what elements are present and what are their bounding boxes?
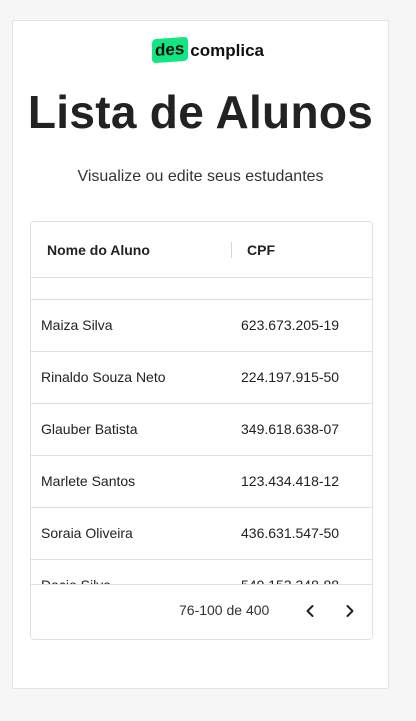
student-cpf-cell: 123.434.418-12 bbox=[241, 473, 340, 489]
chevron-right-icon bbox=[346, 605, 354, 617]
logo-wordmark: complica bbox=[190, 40, 264, 60]
table-pagination: 76-100 de 400 bbox=[31, 584, 372, 639]
student-cpf-cell: 314.604.246-03 bbox=[241, 279, 339, 281]
table-row[interactable]: Isnaldo Melo Neto 314.604.246-03 bbox=[31, 279, 372, 300]
column-header-cpf[interactable]: CPF bbox=[247, 242, 275, 258]
student-name-cell: Maiza Silva bbox=[41, 317, 113, 333]
table-row[interactable]: Rinaldo Souza Neto 224.197.915-50 bbox=[31, 352, 372, 404]
student-cpf-cell: 623.673.205-19 bbox=[241, 317, 340, 333]
page-subtitle: Visualize ou edite seus estudantes bbox=[77, 168, 324, 185]
column-header-name[interactable]: Nome do Aluno bbox=[47, 242, 150, 258]
next-page-button[interactable] bbox=[336, 597, 364, 625]
student-cpf-cell: 224.197.915-50 bbox=[241, 369, 340, 385]
students-card: des complica Lista de Alunos Visualize o… bbox=[12, 20, 389, 689]
table-row[interactable]: Soraia Oliveira 436.631.547-50 bbox=[31, 508, 372, 560]
table-rows: Isnaldo Melo Neto 314.604.246-03 Maiza Sil… bbox=[31, 279, 372, 586]
students-table: Nome do Aluno CPF Isnaldo Melo Neto 314.6… bbox=[30, 221, 373, 640]
student-name-cell: Rinaldo Souza Neto bbox=[41, 369, 166, 385]
table-row[interactable]: Maiza Silva 623.673.205-19 bbox=[31, 300, 372, 352]
table-row[interactable]: Marlete Santos 123.434.418-12 bbox=[31, 456, 372, 508]
table-row[interactable]: Glauber Batista 349.618.638-07 bbox=[31, 404, 372, 456]
logo-badge: des bbox=[152, 36, 189, 64]
page-title: Lista de Alunos bbox=[27, 86, 374, 138]
pagination-range: 76-100 de 400 bbox=[179, 602, 270, 618]
student-cpf-cell: 349.618.638-07 bbox=[241, 421, 340, 437]
table-header: Nome do Aluno CPF bbox=[31, 222, 372, 278]
student-name-cell: Marlete Santos bbox=[41, 473, 136, 489]
chevron-left-icon bbox=[306, 605, 314, 617]
previous-page-button[interactable] bbox=[296, 597, 324, 625]
student-name-cell: Soraia Oliveira bbox=[41, 525, 133, 541]
student-name-cell: Isnaldo Melo Neto bbox=[41, 279, 154, 281]
student-cpf-cell: 436.631.547-50 bbox=[241, 525, 340, 541]
table-body[interactable]: Isnaldo Melo Neto 314.604.246-03 Maiza Sil… bbox=[31, 279, 372, 586]
column-separator[interactable] bbox=[231, 242, 232, 258]
student-name-cell: Glauber Batista bbox=[41, 421, 138, 437]
descomplica-logo[interactable]: des complica bbox=[152, 36, 264, 64]
table-row[interactable]: Dacio Silva 549.153.348-88 bbox=[31, 560, 372, 586]
